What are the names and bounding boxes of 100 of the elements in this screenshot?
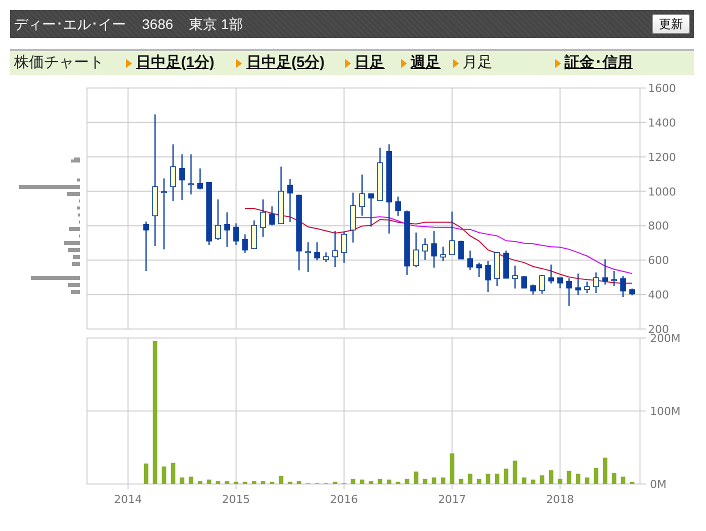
market-name: 東京 1部 — [189, 14, 243, 34]
candlestick — [368, 193, 374, 227]
candlestick — [188, 154, 194, 194]
volume-bar — [440, 477, 446, 484]
volume-bar — [144, 464, 148, 484]
volume-bar — [432, 477, 436, 484]
axis-label: 2017 — [438, 493, 466, 506]
triangle-icon — [126, 58, 132, 68]
candlestick — [539, 274, 545, 294]
axis-label: 2018 — [546, 493, 574, 506]
candlestick — [251, 220, 257, 250]
candlestick — [485, 261, 491, 292]
candlestick — [314, 242, 320, 260]
current-tab[interactable]: 月足 — [462, 52, 493, 74]
candlestick — [233, 223, 239, 245]
volume-bar — [468, 474, 472, 484]
axis-label: 200M — [650, 332, 680, 345]
candlestick — [350, 192, 356, 243]
volume-bar — [558, 478, 562, 484]
triangle-icon — [236, 58, 242, 68]
stock-code: 3686 — [142, 14, 174, 34]
triangle-icon — [344, 58, 351, 68]
candlestick — [215, 199, 221, 240]
volume-bar — [278, 476, 284, 484]
volume-bar — [620, 476, 626, 484]
volume-bar — [216, 481, 220, 484]
chart-tab-link[interactable]: 日中足(1分) — [136, 52, 214, 74]
candlestick — [584, 282, 590, 294]
candlestick — [512, 266, 518, 289]
candlestick — [440, 246, 446, 261]
candlestick — [359, 174, 365, 216]
triangle-icon — [452, 58, 459, 68]
candlestick — [395, 196, 401, 216]
volume-bar — [422, 478, 428, 484]
volume-bar — [180, 477, 184, 484]
candlestick — [548, 264, 554, 284]
candlestick — [161, 178, 167, 250]
volume-bar — [288, 482, 292, 484]
volume-bar — [332, 482, 338, 484]
chart-tab-link[interactable]: 週足 — [410, 52, 441, 74]
volume-bar — [602, 458, 608, 484]
axis-label: 600 — [648, 254, 669, 268]
volume-bar — [576, 474, 580, 484]
volume-bar — [386, 480, 392, 484]
axis-label: 100M — [650, 405, 680, 418]
chart-tab-link[interactable]: 日中足(5分) — [246, 52, 325, 74]
candlestick — [521, 276, 527, 289]
volume-bar — [504, 468, 508, 484]
volume-bar — [540, 475, 544, 484]
chart-tab-link[interactable]: 証金･信用 — [564, 52, 633, 74]
candlestick — [629, 288, 636, 296]
candlestick — [530, 284, 536, 295]
volume-bar — [522, 477, 526, 484]
volume-bar — [270, 482, 274, 484]
volume-bar — [162, 466, 166, 484]
chart-label: 株価チャート — [14, 52, 104, 73]
volume-bar — [350, 478, 356, 484]
candlestick — [278, 166, 284, 224]
candlestick — [224, 212, 230, 247]
volume-bar — [630, 482, 634, 484]
candlestick — [332, 231, 338, 268]
axis-label: 0M — [650, 478, 666, 491]
volume-bar — [530, 480, 536, 484]
volume-bar — [368, 481, 374, 484]
candlestick — [575, 274, 581, 295]
volume-bar — [594, 468, 598, 484]
volume-bar — [476, 478, 482, 484]
candlestick — [422, 238, 428, 260]
volume-bar — [494, 474, 500, 484]
candlestick — [566, 278, 572, 306]
chart-tab-link[interactable]: 日足 — [354, 52, 385, 74]
candlestick — [503, 250, 509, 279]
volume-bar — [512, 460, 518, 484]
volume-bar — [360, 480, 364, 484]
volume-bar — [414, 472, 418, 484]
axis-label: 2016 — [330, 493, 358, 506]
axis-label: 1200 — [648, 150, 676, 164]
candlestick — [377, 148, 383, 201]
candlestick — [269, 206, 275, 226]
axis-label: 400 — [648, 288, 669, 302]
refresh-button[interactable]: 更新 — [652, 14, 690, 34]
triangle-icon — [554, 58, 561, 68]
candlestick — [323, 252, 329, 262]
candlestick — [602, 259, 608, 285]
volume-bar — [548, 470, 554, 484]
volume-bar — [458, 478, 464, 484]
candlestick — [179, 154, 185, 200]
candlestick — [242, 234, 248, 253]
volume-bar — [404, 478, 410, 484]
candlestick — [431, 231, 437, 268]
axis-label: 2014 — [114, 493, 142, 506]
candlestick — [476, 262, 482, 278]
volume-bar — [612, 473, 616, 484]
candlestick — [341, 232, 347, 263]
axis-label: 1600 — [648, 82, 676, 95]
axis-label: 2015 — [222, 493, 250, 506]
candlestick — [413, 232, 419, 268]
candlestick — [287, 179, 293, 222]
candlestick — [197, 168, 203, 190]
volume-bar — [198, 481, 202, 484]
